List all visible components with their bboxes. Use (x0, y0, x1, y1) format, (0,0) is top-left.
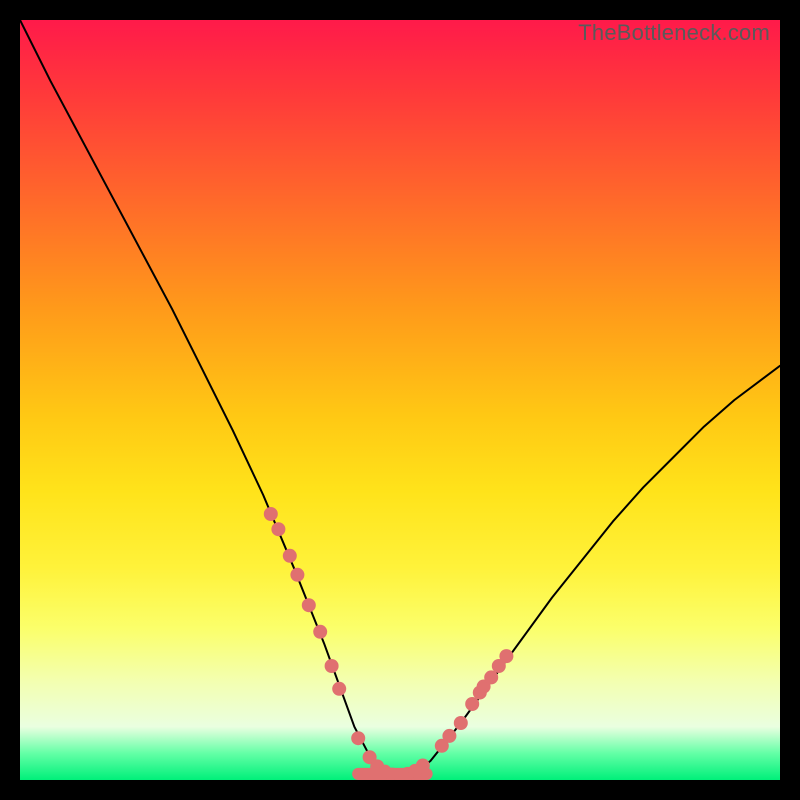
chart-svg (20, 20, 780, 780)
left-descent-markers-point (313, 625, 327, 639)
trough-markers-point (416, 759, 430, 773)
chart-frame: TheBottleneck.com (0, 0, 800, 800)
right-ascent-markers-point (484, 670, 498, 684)
right-ascent-markers-point (442, 729, 456, 743)
right-ascent-markers-point (499, 649, 513, 663)
trough-markers-point (351, 731, 365, 745)
plot-area: TheBottleneck.com (20, 20, 780, 780)
watermark-text: TheBottleneck.com (578, 20, 770, 46)
left-descent-markers-point (283, 549, 297, 563)
right-ascent-markers-point (454, 716, 468, 730)
right-ascent-markers-point (465, 697, 479, 711)
left-descent-markers-point (325, 659, 339, 673)
left-descent-markers-point (290, 568, 304, 582)
bottleneck-curve (20, 20, 780, 776)
left-descent-markers-point (302, 598, 316, 612)
left-descent-markers-point (264, 507, 278, 521)
left-descent-markers-point (271, 522, 285, 536)
left-descent-markers-point (332, 682, 346, 696)
